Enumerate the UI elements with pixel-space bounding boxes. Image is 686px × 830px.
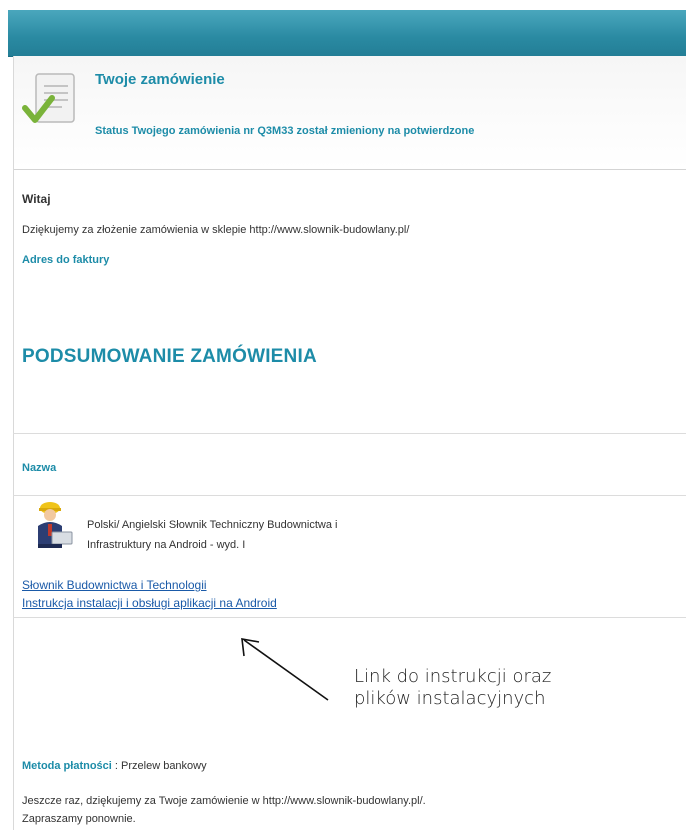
closing-line2: Zapraszamy ponownie. (22, 813, 136, 825)
order-status: Status Twojego zamówienia nr Q3M33 zosta… (95, 125, 475, 137)
email-frame: Twoje zamówienie Status Twojego zamówien… (13, 56, 686, 830)
page-title: Twoje zamówienie (95, 71, 225, 88)
order-summary-title: PODSUMOWANIE ZAMÓWIENIA (22, 346, 317, 367)
payment-method-value: Przelew bankowy (121, 760, 207, 772)
product-name-line1: Polski/ Angielski Słownik Techniczny Bud… (87, 519, 338, 531)
engineer-with-laptop-icon (38, 502, 73, 548)
closing-line1: Jeszcze raz, dziękujemy za Twoje zamówie… (22, 795, 426, 807)
document-checkmark-icon (22, 73, 75, 123)
divider (13, 617, 686, 618)
annotation-text: Link do instrukcji oraz plików instalacy… (354, 666, 551, 710)
annotation-line2: plików instalacyjnych (354, 688, 546, 709)
annotation-line1: Link do instrukcji oraz (354, 666, 552, 687)
product-name-line2: Infrastruktury na Android - wyd. I (87, 539, 246, 551)
billing-address-label: Adres do faktury (22, 254, 110, 266)
payment-method-label: Metoda płatności (22, 760, 112, 772)
divider (13, 433, 686, 434)
payment-method: Metoda płatności : Przelew bankowy (22, 760, 207, 772)
installation-instructions-link[interactable]: Instrukcja instalacji i obsługi aplikacj… (22, 596, 277, 610)
thanks-text: Dziękujemy za złożenie zamówienia w skle… (22, 224, 410, 236)
email-header: Twoje zamówienie Status Twojego zamówien… (14, 56, 686, 170)
column-header-name: Nazwa (22, 462, 57, 474)
greeting: Witaj (22, 192, 51, 206)
annotation-arrow (241, 638, 329, 701)
divider (13, 495, 686, 496)
dictionary-link[interactable]: Słownik Budownictwa i Technologii (22, 578, 207, 592)
payment-separator: : (111, 760, 122, 772)
top-banner (8, 10, 686, 57)
